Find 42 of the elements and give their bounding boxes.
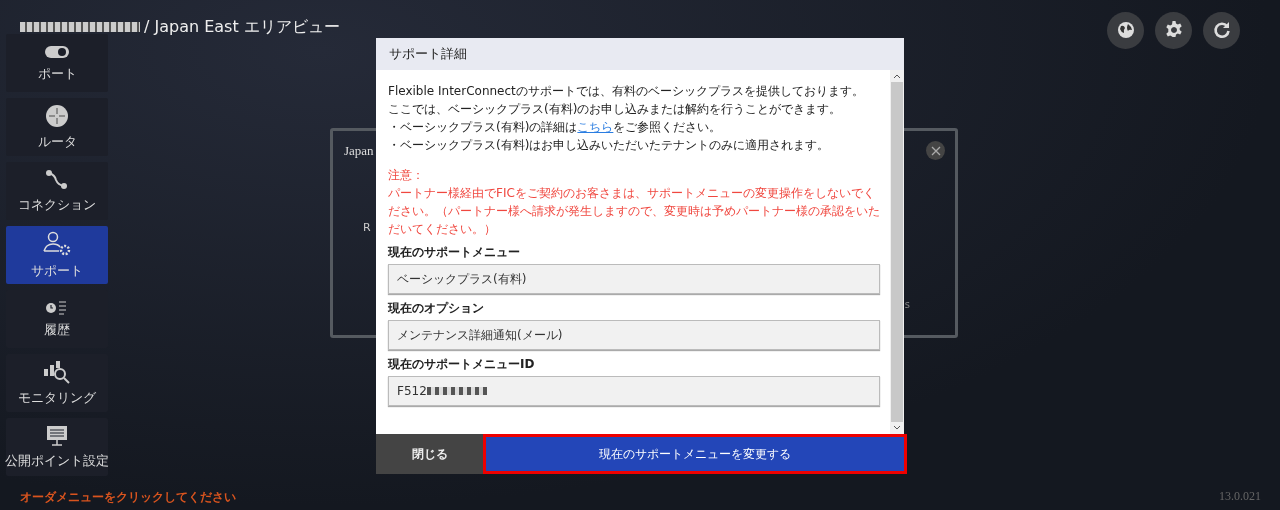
details-link[interactable]: こちら [577, 120, 614, 134]
chart-search-icon [43, 359, 71, 384]
input-field[interactable]: ベーシックプラス(有料) [388, 264, 880, 294]
field-label: 現在のオプション [388, 300, 485, 317]
user-gear-icon [42, 230, 72, 257]
hint-text: オーダメニューをクリックしてください [20, 489, 236, 506]
close-button[interactable]: 閉じる [376, 434, 483, 474]
display-board-icon [45, 424, 69, 447]
version-text: 13.0.021 [1219, 489, 1261, 504]
sidebar-item[interactable]: モニタリング [6, 354, 108, 412]
sidebar-item[interactable]: サポート [6, 226, 108, 284]
sidebar-item[interactable]: ルータ [6, 98, 108, 156]
node-label: R [363, 221, 371, 234]
body-text: Flexible InterConnectのサポートでは、有料のベーシックプラスを提供しております。 [388, 83, 865, 100]
input-field[interactable]: メンテナンス詳細通知(メール) [388, 320, 880, 350]
toggle-icon [44, 43, 70, 60]
settings-icon[interactable] [1155, 11, 1192, 49]
field-label: 現在のサポートメニューID [388, 356, 536, 373]
scroll-down-icon[interactable] [893, 425, 901, 431]
page-title: / Japan East エリアビュー [144, 16, 340, 38]
scroll-up-icon[interactable] [893, 73, 901, 79]
change-menu-button[interactable]: 現在のサポートメニューを変更する [483, 434, 907, 474]
dialog-title: サポート詳細 [389, 45, 467, 63]
router-icon [45, 103, 69, 128]
node-label: s [904, 299, 910, 310]
scrollbar[interactable] [890, 70, 904, 434]
sidebar-item[interactable]: ポート [6, 34, 108, 92]
sidebar-item[interactable]: 公開ポイント設定 [6, 418, 108, 476]
body-text: ・ベーシックプラス(有料)はお申し込みいただいたテナントのみに適用されます。 [388, 137, 831, 154]
sidebar-item[interactable]: コネクション [6, 162, 108, 220]
input-field[interactable]: F512 [388, 376, 880, 406]
notice-title: 注意： [388, 167, 425, 184]
redacted-mark [426, 387, 487, 395]
body-text: ここでは、ベーシックプラス(有料)のお申し込みまたは解約を行うことができます。 [388, 101, 843, 118]
refresh-icon[interactable] [1203, 11, 1240, 49]
clock-list-icon [45, 299, 69, 316]
panel-title: Japan [344, 143, 374, 159]
field-label: 現在のサポートメニュー [388, 244, 521, 261]
connection-icon [45, 168, 69, 191]
close-icon[interactable] [926, 141, 945, 160]
body-text: ・ベーシックプラス(有料)の詳細はこちら をご参照ください。 [388, 119, 723, 136]
notice-text: パートナー様経由でFICをご契約のお客さまは、サポートメニューの変更操作をしないでください。（パートナー様へ請求が発生しますので、変更時は予めパートナー様の承認をいただいてください。） [388, 185, 880, 238]
